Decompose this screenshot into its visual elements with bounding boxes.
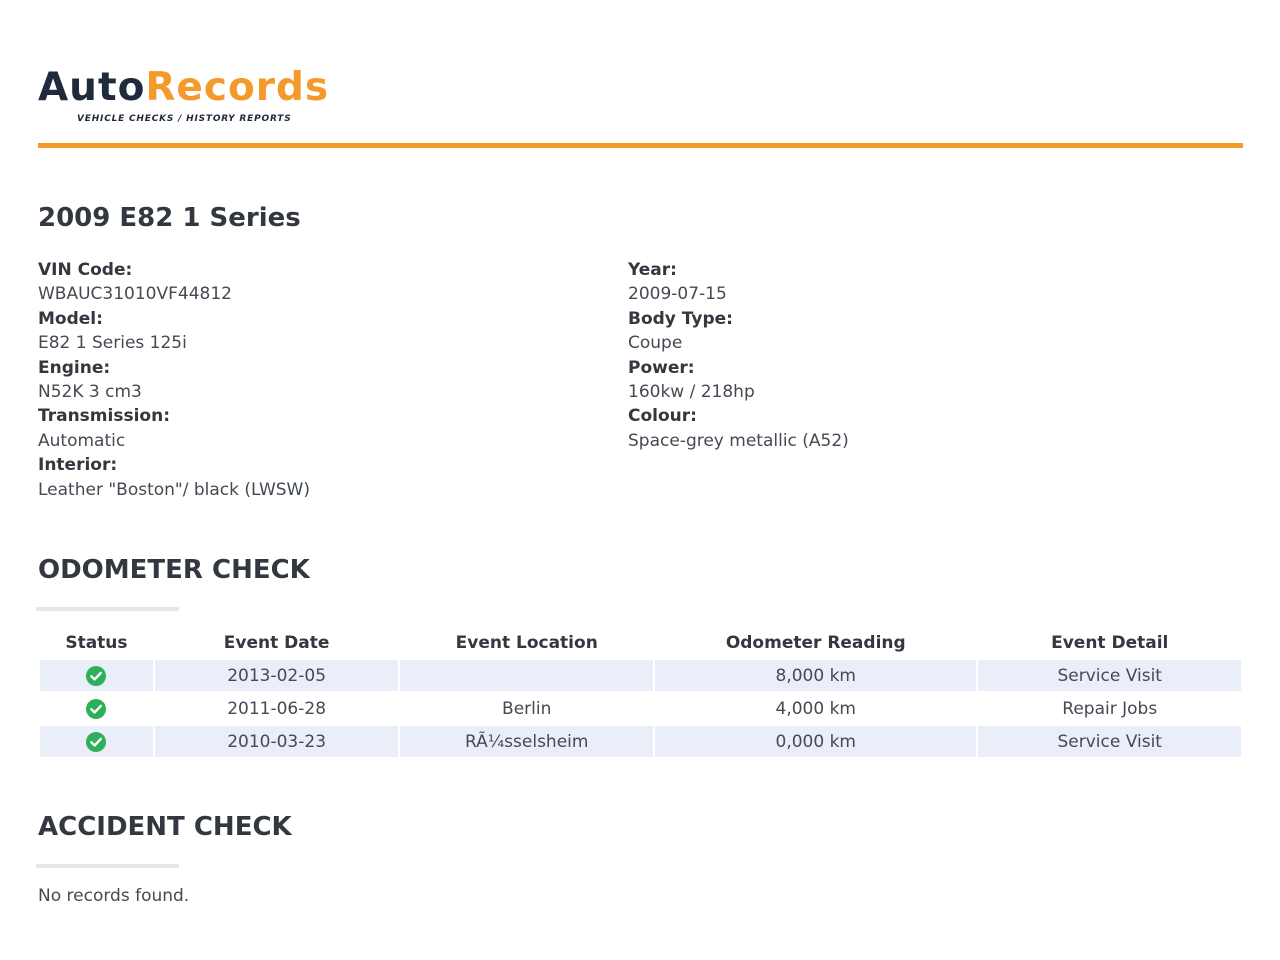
status-cell [40, 726, 153, 757]
column-header-event-location: Event Location [455, 633, 598, 653]
odometer-reading-cell: 4,000 km [775, 698, 856, 719]
event-detail-cell: Service Visit [978, 660, 1241, 691]
event-location-cell: Berlin [502, 698, 552, 719]
spec-label-model: Model: [38, 308, 103, 329]
accident-section-divider [36, 864, 179, 868]
odometer-reading-cell: 0,000 km [655, 726, 977, 757]
spec-label-vin: VIN Code: [38, 260, 133, 280]
spec-label-transmission: Transmission: [38, 406, 170, 427]
status-cell [40, 660, 153, 691]
table-row: 2010-03-23 RÃ¼sselsheim 0,000 km Service… [40, 726, 1241, 757]
odometer-table: Status Event Date Event Location Odomete… [38, 626, 1243, 759]
odometer-reading-cell: 8,000 km [655, 660, 977, 691]
spec-value-colour: Space-grey metallic (A52) [628, 430, 849, 451]
event-date-cell: 2010-03-23 [154, 726, 399, 757]
spec-value-body-type: Coupe [628, 333, 683, 354]
spec-label-year: Year: [628, 260, 677, 280]
column-header-event-date: Event Date [223, 633, 330, 653]
odometer-section-divider [36, 607, 179, 611]
event-detail-cell: Repair Jobs [1062, 698, 1158, 719]
check-circle-icon [86, 665, 107, 686]
column-header-odometer-reading: Odometer Reading [725, 633, 906, 653]
no-records-message: No records found. [38, 886, 190, 906]
odometer-table-header-row: Status Event Date Event Location Odomete… [40, 628, 1241, 658]
brand-logo: AutoRecords VEHICLE CHECKS / HISTORY REP… [38, 66, 329, 125]
event-date-cell: 2011-06-28 [227, 698, 327, 719]
spec-label-engine: Engine: [38, 357, 111, 378]
brand-wordmark: AutoRecords [38, 66, 329, 110]
odometer-section-title: ODOMETER CHECK [38, 555, 310, 585]
vehicle-title: 2009 E82 1 Series [38, 203, 301, 233]
column-header-event-detail: Event Detail [1051, 633, 1169, 653]
spec-value-interior: Leather "Boston"/ black (LWSW) [38, 479, 310, 500]
accident-section-title: ACCIDENT CHECK [38, 812, 292, 842]
event-detail-cell: Service Visit [978, 726, 1241, 757]
spec-label-body-type: Body Type: [628, 308, 733, 329]
event-location-cell [400, 660, 654, 691]
vehicle-specs-left: VIN Code: WBAUC31010VF44812 Model: E82 1… [38, 258, 598, 502]
status-cell [40, 693, 153, 724]
table-row: 2011-06-28 Berlin 4,000 km Repair Jobs [40, 693, 1241, 724]
header-divider [38, 143, 1243, 148]
check-circle-icon [86, 698, 107, 719]
spec-value-transmission: Automatic [38, 430, 126, 451]
spec-label-interior: Interior: [38, 455, 118, 476]
brand-name-part1: Auto [38, 65, 146, 110]
brand-tagline: VEHICLE CHECKS / HISTORY REPORTS [77, 114, 292, 124]
spec-label-power: Power: [628, 357, 695, 378]
table-row: 2013-02-05 8,000 km Service Visit [40, 660, 1241, 691]
check-circle-icon [86, 731, 107, 752]
column-header-status: Status [65, 633, 128, 653]
event-date-cell: 2013-02-05 [154, 660, 399, 691]
spec-value-engine: N52K 3 cm3 [38, 382, 142, 403]
spec-value-model: E82 1 Series 125i [38, 333, 187, 354]
spec-value-vin: WBAUC31010VF44812 [38, 284, 232, 305]
spec-value-year: 2009-07-15 [628, 284, 727, 305]
event-location-cell: RÃ¼sselsheim [400, 726, 654, 757]
brand-name-part2: Records [145, 65, 330, 110]
spec-label-colour: Colour: [628, 406, 697, 427]
vehicle-specs-right: Year: 2009-07-15 Body Type: Coupe Power:… [628, 258, 1188, 453]
spec-value-power: 160kw / 218hp [628, 382, 755, 403]
